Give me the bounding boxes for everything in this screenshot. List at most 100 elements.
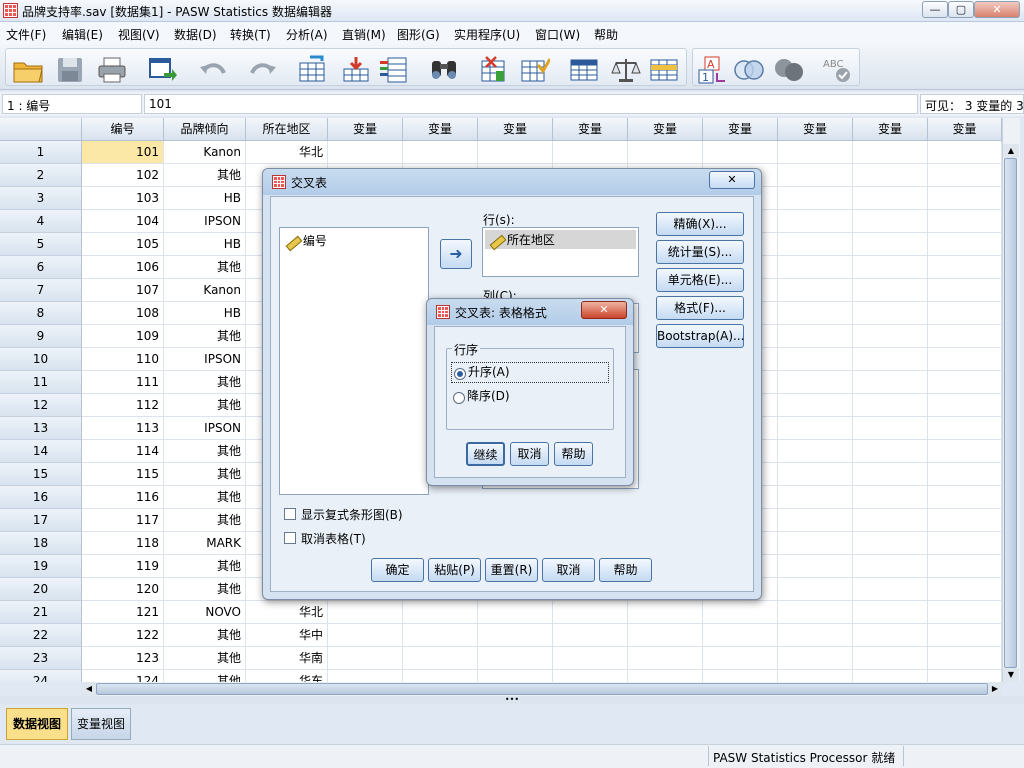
row-number[interactable]: 22 [0,624,82,647]
close-button[interactable]: ✕ [974,1,1020,18]
cell-brand[interactable]: 其他 [164,325,246,348]
find-icon[interactable] [428,55,460,85]
move-to-rows-button[interactable]: ➜ [440,239,472,269]
use-sets-icon[interactable] [733,55,765,85]
cell-id[interactable]: 105 [82,233,164,256]
row-number[interactable]: 8 [0,302,82,325]
insert-variable-icon[interactable] [518,55,550,85]
cell-region[interactable]: 华中 [246,624,328,647]
cell-empty[interactable] [703,647,778,670]
cell-id[interactable]: 118 [82,532,164,555]
cell-region[interactable]: 华北 [246,141,328,164]
cell-brand[interactable]: 其他 [164,555,246,578]
cell-id[interactable]: 120 [82,578,164,601]
cell-brand[interactable]: IPSON [164,210,246,233]
show-all-variables-icon[interactable] [773,55,805,85]
cell-empty[interactable] [928,141,1002,164]
cell-empty[interactable] [928,601,1002,624]
cell-brand[interactable]: Kanon [164,141,246,164]
cancel-button[interactable]: 取消 [542,558,595,582]
menu-file[interactable]: 文件(F) [6,26,46,43]
cell-empty[interactable] [928,279,1002,302]
cell-empty[interactable] [403,141,478,164]
cell-empty[interactable] [553,624,628,647]
cell-empty[interactable] [778,601,853,624]
cell-id[interactable]: 119 [82,555,164,578]
column-header[interactable]: 所在地区 [246,118,328,141]
cell-id[interactable]: 102 [82,164,164,187]
column-header[interactable]: 变量 [328,118,403,141]
column-header[interactable]: 变量 [478,118,553,141]
vertical-scroll-thumb[interactable] [1004,158,1017,668]
cell-empty[interactable] [928,647,1002,670]
menu-window[interactable]: 窗口(W) [535,26,580,43]
scroll-right-icon[interactable]: ▶ [988,682,1002,696]
row-number[interactable]: 17 [0,509,82,532]
cell-empty[interactable] [853,417,928,440]
column-header[interactable]: 品牌倾向 [164,118,246,141]
cell-id[interactable]: 108 [82,302,164,325]
cell-brand[interactable]: 其他 [164,164,246,187]
menu-help[interactable]: 帮助 [594,26,618,43]
cell-empty[interactable] [853,463,928,486]
cell-id[interactable]: 117 [82,509,164,532]
cell-empty[interactable] [628,141,703,164]
row-number[interactable]: 10 [0,348,82,371]
cell-empty[interactable] [853,233,928,256]
cell-id[interactable]: 113 [82,417,164,440]
source-variable-list[interactable]: 编号 [279,227,429,495]
cell-id[interactable]: 101 [82,141,164,164]
cell-empty[interactable] [928,440,1002,463]
suppress-tables-checkbox[interactable] [284,532,296,544]
cell-empty[interactable] [778,302,853,325]
cell-empty[interactable] [928,187,1002,210]
cell-empty[interactable] [628,670,703,682]
format-help-button[interactable]: 帮助 [554,442,593,466]
weight-cases-icon[interactable] [610,55,642,85]
cell-empty[interactable] [628,601,703,624]
column-header[interactable]: 变量 [628,118,703,141]
cell-empty[interactable] [853,601,928,624]
cell-empty[interactable] [853,555,928,578]
cell-brand[interactable]: 其他 [164,394,246,417]
cell-brand[interactable]: HB [164,187,246,210]
row-number[interactable]: 9 [0,325,82,348]
cell-region[interactable]: 华东 [246,670,328,682]
cell-id[interactable]: 109 [82,325,164,348]
cell-empty[interactable] [853,486,928,509]
cell-empty[interactable] [853,509,928,532]
cell-empty[interactable] [778,486,853,509]
cell-empty[interactable] [928,509,1002,532]
cell-brand[interactable]: 其他 [164,486,246,509]
cell-empty[interactable] [478,141,553,164]
cell-empty[interactable] [778,164,853,187]
cell-id[interactable]: 124 [82,670,164,682]
rows-list[interactable]: 所在地区 [482,227,639,277]
cell-value-field[interactable]: 101 [144,94,918,114]
cell-empty[interactable] [928,210,1002,233]
cell-brand[interactable]: MARK [164,532,246,555]
horizontal-scroll-thumb[interactable] [96,683,988,695]
cell-brand[interactable]: Kanon [164,279,246,302]
row-number[interactable]: 14 [0,440,82,463]
cell-id[interactable]: 116 [82,486,164,509]
ok-button[interactable]: 确定 [371,558,424,582]
cell-empty[interactable] [928,348,1002,371]
cell-empty[interactable] [553,670,628,682]
insert-cases-icon[interactable] [478,55,510,85]
cell-empty[interactable] [553,141,628,164]
cell-empty[interactable] [328,647,403,670]
cell-empty[interactable] [328,670,403,682]
cell-brand[interactable]: 其他 [164,463,246,486]
format-button[interactable]: 格式(F)... [656,296,744,320]
row-number[interactable]: 3 [0,187,82,210]
cell-brand[interactable]: 其他 [164,670,246,682]
cell-empty[interactable] [853,371,928,394]
row-number[interactable]: 23 [0,647,82,670]
column-header[interactable]: 变量 [928,118,1002,141]
value-labels-icon[interactable]: A1 [697,55,729,85]
print-icon[interactable] [96,55,128,85]
cell-empty[interactable] [853,348,928,371]
cell-brand[interactable]: 其他 [164,647,246,670]
cell-empty[interactable] [778,555,853,578]
